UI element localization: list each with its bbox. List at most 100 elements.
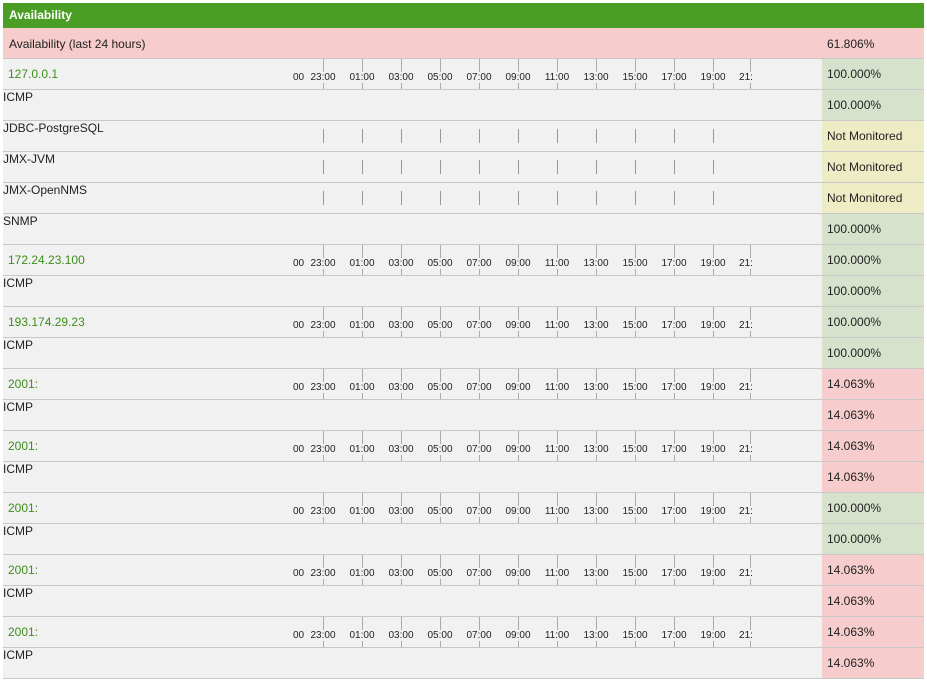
service-link[interactable]: JDBC-PostgreSQL xyxy=(3,121,104,135)
axis-label: 05:00 xyxy=(426,568,454,579)
axis-label: 07:00 xyxy=(465,568,493,579)
node-link[interactable]: 2001: xyxy=(8,625,38,639)
service-link[interactable]: ICMP xyxy=(3,462,33,476)
bar-gridline xyxy=(596,191,597,205)
axis-label: 03:00 xyxy=(387,72,415,83)
service-row: ICMP 14.063% xyxy=(3,586,924,617)
axis-label: 19:00 xyxy=(699,382,727,393)
availability-value: 100.000% xyxy=(822,90,924,120)
axis-label: 09:00 xyxy=(504,444,532,455)
availability-value: 100.000% xyxy=(822,245,924,275)
bar-gridline xyxy=(557,191,558,205)
bar-gridline xyxy=(674,129,675,143)
service-link[interactable]: SNMP xyxy=(3,214,38,228)
axis-label: 13:00 xyxy=(582,382,610,393)
node-link[interactable]: 172.24.23.100 xyxy=(8,253,85,267)
axis-label: 07:00 xyxy=(465,630,493,641)
time-axis: 00 23:00 01:00 03:00 05:00 07:00 09:00 11:00 13:… xyxy=(290,369,755,399)
node-row: 2001: 00 23:00 01:00 03:00 05:00 07:00 09:00 11:… xyxy=(3,431,924,462)
bar-gridline xyxy=(713,191,714,205)
axis-label: 13:00 xyxy=(582,72,610,83)
service-link[interactable]: ICMP xyxy=(3,276,33,290)
node-link[interactable]: 2001: xyxy=(8,501,38,515)
availability-value: 100.000% xyxy=(822,214,924,244)
bar-gridline xyxy=(401,129,402,143)
bar-gridline xyxy=(713,129,714,143)
node-link[interactable]: 2001: xyxy=(8,563,38,577)
axis-label: 15:00 xyxy=(621,320,649,331)
axis-label: 09:00 xyxy=(504,72,532,83)
availability-value: Not Monitored xyxy=(822,183,924,213)
node-link[interactable]: 2001: xyxy=(8,377,38,391)
service-link[interactable]: ICMP xyxy=(3,400,33,414)
service-row: JDBC-PostgreSQL Not Monitored xyxy=(3,121,924,152)
axis-label: 17:00 xyxy=(660,630,688,641)
availability-value: 100.000% xyxy=(822,59,924,89)
service-row: SNMP 100.000% xyxy=(3,214,924,245)
axis-label: 21: xyxy=(738,72,754,83)
node-row: 2001: 00 23:00 01:00 03:00 05:00 07:00 09:00 11:… xyxy=(3,617,924,648)
axis-label: 05:00 xyxy=(426,258,454,269)
availability-value: 14.063% xyxy=(822,617,924,647)
time-axis: 00 23:00 01:00 03:00 05:00 07:00 09:00 11:00 13:… xyxy=(290,617,755,647)
node-link[interactable]: 2001: xyxy=(8,439,38,453)
service-link[interactable]: JMX-JVM xyxy=(3,152,55,166)
axis-label: 03:00 xyxy=(387,506,415,517)
service-link[interactable]: ICMP xyxy=(3,648,33,662)
axis-label: 05:00 xyxy=(426,320,454,331)
axis-label: 01:00 xyxy=(348,320,376,331)
axis-label: 17:00 xyxy=(660,320,688,331)
axis-label: 15:00 xyxy=(621,72,649,83)
availability-value: 100.000% xyxy=(822,307,924,337)
availability-value: 100.000% xyxy=(822,524,924,554)
axis-label: 00 xyxy=(292,506,306,517)
axis-label: 11:00 xyxy=(543,630,571,641)
service-link[interactable]: JMX-OpenNMS xyxy=(3,183,87,197)
axis-label: 07:00 xyxy=(465,72,493,83)
bar-gridline xyxy=(674,191,675,205)
axis-label: 17:00 xyxy=(660,568,688,579)
axis-label: 01:00 xyxy=(348,258,376,269)
axis-label: 19:00 xyxy=(699,444,727,455)
axis-label: 07:00 xyxy=(465,382,493,393)
bar-gridline xyxy=(518,129,519,143)
panel-title: Availability xyxy=(3,3,924,28)
axis-label: 00 xyxy=(292,444,306,455)
axis-label: 23:00 xyxy=(309,320,337,331)
axis-label: 03:00 xyxy=(387,568,415,579)
bar-gridline xyxy=(479,191,480,205)
axis-label: 13:00 xyxy=(582,568,610,579)
node-row: 2001: 00 23:00 01:00 03:00 05:00 07:00 09:00 11:… xyxy=(3,555,924,586)
axis-label: 15:00 xyxy=(621,444,649,455)
axis-label: 09:00 xyxy=(504,382,532,393)
axis-label: 19:00 xyxy=(699,72,727,83)
service-link[interactable]: ICMP xyxy=(3,338,33,352)
availability-rows: 127.0.0.1 00 23:00 01:00 03:00 05:00 07:00 09:0… xyxy=(3,59,924,679)
axis-label: 11:00 xyxy=(543,506,571,517)
node-link[interactable]: 127.0.0.1 xyxy=(8,67,58,81)
axis-label: 21: xyxy=(738,258,754,269)
node-row: 127.0.0.1 00 23:00 01:00 03:00 05:00 07:00 09:0… xyxy=(3,59,924,90)
service-link[interactable]: ICMP xyxy=(3,586,33,600)
axis-label: 13:00 xyxy=(582,444,610,455)
service-link[interactable]: ICMP xyxy=(3,524,33,538)
bar-gridline xyxy=(557,129,558,143)
axis-label: 15:00 xyxy=(621,568,649,579)
axis-label: 09:00 xyxy=(504,258,532,269)
axis-label: 00 xyxy=(292,630,306,641)
axis-label: 09:00 xyxy=(504,630,532,641)
time-axis: 00 23:00 01:00 03:00 05:00 07:00 09:00 11:00 13:… xyxy=(290,493,755,523)
axis-label: 07:00 xyxy=(465,258,493,269)
axis-label: 19:00 xyxy=(699,258,727,269)
service-row: ICMP 100.000% xyxy=(3,338,924,369)
axis-label: 05:00 xyxy=(426,506,454,517)
service-row: ICMP 14.063% xyxy=(3,648,924,679)
axis-label: 07:00 xyxy=(465,506,493,517)
axis-label: 13:00 xyxy=(582,630,610,641)
node-link[interactable]: 193.174.29.23 xyxy=(8,315,85,329)
axis-label: 21: xyxy=(738,506,754,517)
axis-label: 11:00 xyxy=(543,382,571,393)
service-link[interactable]: ICMP xyxy=(3,90,33,104)
time-axis: 00 23:00 01:00 03:00 05:00 07:00 09:00 11:00 13:… xyxy=(290,431,755,461)
axis-label: 11:00 xyxy=(543,320,571,331)
